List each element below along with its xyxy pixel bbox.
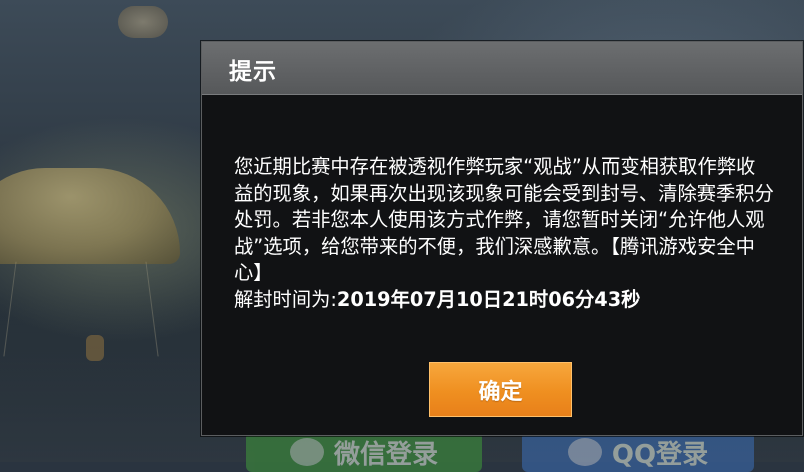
dialog-message: 您近期比赛中存在被透视作弊玩家“观战”从而变相获取作弊收益的现象，如果再次出现该…	[234, 155, 774, 284]
parachutist-image	[86, 335, 104, 361]
unban-time-line: 解封时间为:2019年07月10日21时06分43秒	[234, 287, 774, 314]
wechat-login-label: 微信登录	[333, 439, 438, 470]
dialog-title: 提示	[229, 59, 277, 85]
dialog-header: 提示	[202, 42, 802, 95]
dialog-body: 您近期比赛中存在被透视作弊玩家“观战”从而变相获取作弊收益的现象，如果再次出现该…	[234, 154, 774, 313]
airdrop-plane-image	[118, 6, 168, 38]
warning-dialog: 提示 您近期比赛中存在被透视作弊玩家“观战”从而变相获取作弊收益的现象，如果再次…	[201, 41, 803, 436]
qq-login-label: QQ登录	[611, 439, 709, 470]
confirm-button[interactable]: 确定	[429, 362, 572, 417]
wechat-login-button[interactable]: 微信登录	[246, 432, 482, 472]
parachute-lines	[3, 261, 159, 357]
unban-time-value: 2019年07月10日21时06分43秒	[336, 287, 641, 311]
qq-login-button[interactable]: QQ登录	[522, 432, 754, 472]
unban-label: 解封时间为:	[234, 287, 337, 311]
